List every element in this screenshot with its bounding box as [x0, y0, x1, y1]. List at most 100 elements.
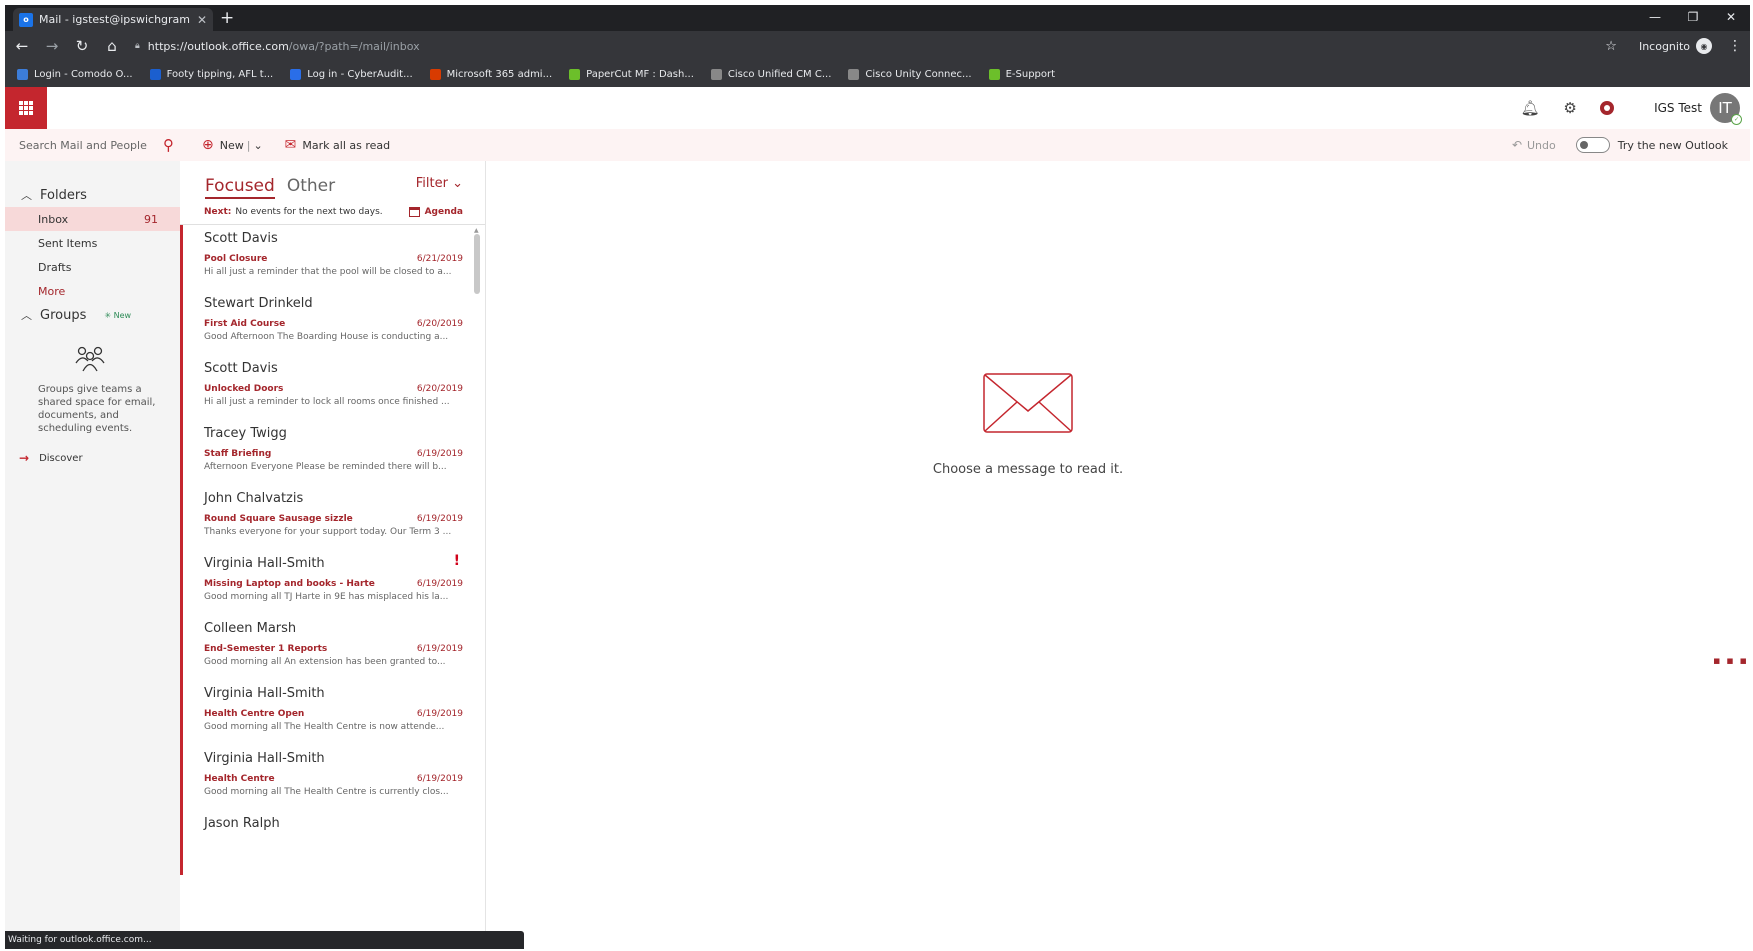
filter-button[interactable]: Filter ⌄: [416, 176, 463, 191]
mark-all-read-button[interactable]: ✉ Mark all as read: [285, 137, 390, 153]
message-item[interactable]: Scott Davis Pool Closure 6/21/2019 Hi all j…: [180, 225, 485, 290]
groups-people-icon: [73, 343, 107, 373]
message-item[interactable]: Virginia Hall-Smith Health Centre 6/19/201…: [180, 745, 485, 810]
message-subject: Pool Closure: [204, 254, 268, 264]
tab-other[interactable]: Other: [287, 176, 335, 199]
message-date: 6/19/2019: [416, 644, 463, 654]
bookmark-item[interactable]: Cisco Unity Connec...: [848, 68, 972, 80]
browser-menu-icon[interactable]: ⋮: [1728, 38, 1742, 54]
message-item[interactable]: Virginia Hall-Smith Health Centre Open 6/1…: [180, 680, 485, 745]
chevron-up-icon: ︿: [21, 189, 32, 202]
reload-icon[interactable]: ↻: [69, 37, 95, 55]
discover-groups-link[interactable]: → Discover: [5, 451, 180, 465]
message-item[interactable]: Virginia Hall-Smith Missing Laptop and bo…: [180, 550, 485, 615]
url-host: https://outlook.office.com: [147, 39, 289, 53]
more-folders-link[interactable]: More: [5, 279, 180, 303]
new-tab-button[interactable]: +: [220, 8, 234, 28]
message-sender: Stewart Drinkeld: [204, 296, 313, 311]
incognito-label: Incognito: [1638, 39, 1690, 53]
bookmark-item[interactable]: Log in - CyberAudit...: [290, 68, 413, 80]
help-pin-icon[interactable]: [1600, 101, 1615, 115]
folder-item[interactable]: Sent Items: [5, 231, 180, 255]
avatar[interactable]: IT ✓: [1710, 93, 1742, 125]
waffle-icon: [19, 101, 33, 115]
bookmark-item[interactable]: Login - Comodo O...: [17, 68, 133, 80]
message-subject: First Aid Course: [204, 319, 286, 329]
chevron-down-icon[interactable]: ⌄: [253, 139, 262, 152]
tab-focused[interactable]: Focused: [205, 176, 275, 199]
folders-header[interactable]: ︿ Folders: [5, 183, 180, 207]
bookmark-item[interactable]: PaperCut MF : Dash...: [569, 68, 694, 80]
message-item[interactable]: Tracey Twigg Staff Briefing 6/19/2019 After…: [180, 420, 485, 485]
bookmark-label: Footy tipping, AFL t...: [166, 68, 274, 80]
message-preview: Afternoon Everyone Please be reminded th…: [204, 462, 447, 472]
reading-pane-empty-text: Choose a message to read it.: [932, 462, 1124, 477]
undo-button[interactable]: ↶ Undo: [1512, 138, 1556, 152]
app-launcher-button[interactable]: [5, 87, 47, 129]
bookmark-item[interactable]: Cisco Unified CM C...: [710, 68, 831, 80]
search-icon[interactable]: ⚲: [163, 136, 174, 154]
undo-label: Undo: [1527, 138, 1556, 152]
tab-strip: o Mail - igstest@ipswichgrammar... ✕ + —…: [5, 5, 1750, 31]
search-input[interactable]: Search Mail and People: [19, 139, 163, 152]
bookmarks-bar: Login - Comodo O... Footy tipping, AFL t.…: [5, 61, 1750, 87]
message-item[interactable]: Stewart Drinkeld First Aid Course 6/20/201…: [180, 290, 485, 355]
message-subject: Health Centre: [204, 774, 275, 784]
message-date: 6/19/2019: [416, 774, 463, 784]
chevron-up-icon: ︿: [21, 309, 32, 322]
try-new-outlook-toggle[interactable]: [1575, 137, 1610, 153]
folder-item[interactable]: Drafts: [5, 255, 180, 279]
message-sender: Jason Ralph: [204, 816, 280, 831]
message-item[interactable]: Colleen Marsh End-Semester 1 Reports 6/19/…: [180, 615, 485, 680]
window-controls: — ❐ ✕: [1636, 5, 1750, 29]
folder-item[interactable]: Inbox 91: [5, 207, 180, 231]
message-sender: Colleen Marsh: [204, 621, 297, 636]
close-window-icon[interactable]: ✕: [1712, 5, 1750, 29]
bookmark-item[interactable]: E-Support: [988, 68, 1055, 80]
plus-circle-icon: ⊕: [202, 137, 214, 153]
close-tab-icon[interactable]: ✕: [197, 13, 207, 27]
incognito-icon[interactable]: ◉: [1696, 38, 1712, 54]
search-box[interactable]: Search Mail and People ⚲: [5, 129, 180, 161]
reading-pane: Choose a message to read it. ▪ ▪ ▪: [486, 161, 1750, 949]
message-date: 6/19/2019: [416, 514, 463, 524]
bookmark-item[interactable]: Microsoft 365 admi...: [429, 68, 553, 80]
message-preview: Good Afternoon The Boarding House is con…: [204, 332, 449, 342]
avatar-initials: IT: [1718, 99, 1732, 117]
gear-icon[interactable]: ⚙: [1550, 99, 1590, 117]
message-subject: Round Square Sausage sizzle: [204, 514, 353, 524]
home-icon[interactable]: ⌂: [99, 37, 125, 55]
message-item[interactable]: Jason Ralph: [180, 810, 485, 875]
browser-tab[interactable]: o Mail - igstest@ipswichgrammar... ✕: [13, 8, 213, 31]
back-icon[interactable]: ←: [9, 37, 35, 55]
bookmark-star-icon[interactable]: ☆: [1605, 39, 1617, 54]
user-name[interactable]: IGS Test: [1654, 101, 1702, 115]
restore-icon[interactable]: ❐: [1674, 5, 1712, 29]
bell-icon[interactable]: 🔔︎: [1510, 99, 1550, 117]
url-path: /owa/?path=/mail/inbox: [288, 39, 420, 53]
bookmark-label: Microsoft 365 admi...: [446, 68, 553, 80]
forward-icon[interactable]: →: [39, 37, 65, 55]
groups-label: Groups: [40, 307, 87, 323]
message-item[interactable]: John Chalvatzis Round Square Sausage sizz…: [180, 485, 485, 550]
message-sender: Scott Davis: [204, 361, 278, 376]
lock-icon: 🔒︎: [135, 41, 140, 51]
command-bar-right: ↶ Undo Try the new Outlook: [1512, 129, 1750, 161]
browser-window: o Mail - igstest@ipswichgrammar... ✕ + —…: [5, 5, 1750, 949]
agenda-button[interactable]: Agenda: [408, 206, 463, 217]
message-subject: Missing Laptop and books - Harte: [204, 579, 375, 589]
new-button[interactable]: ⊕ New | ⌄: [202, 137, 263, 153]
groups-header[interactable]: ︿ Groups ✳ New: [5, 303, 180, 327]
address-bar[interactable]: 🔒︎ https://outlook.office.com /owa/?path…: [135, 34, 1605, 58]
message-date: 6/19/2019: [416, 579, 463, 589]
message-date: 6/20/2019: [416, 319, 463, 329]
calendar-icon: [408, 206, 420, 217]
folder-name: Inbox: [38, 212, 69, 226]
scrollbar-thumb[interactable]: [474, 234, 480, 294]
scroll-up-icon[interactable]: ▲: [474, 227, 479, 234]
high-importance-icon: !: [453, 553, 460, 569]
minimize-icon[interactable]: —: [1636, 5, 1674, 29]
bookmark-item[interactable]: Footy tipping, AFL t...: [149, 68, 274, 80]
message-item[interactable]: Scott Davis Unlocked Doors 6/20/2019 Hi all…: [180, 355, 485, 420]
comodo-icon: [17, 68, 28, 80]
